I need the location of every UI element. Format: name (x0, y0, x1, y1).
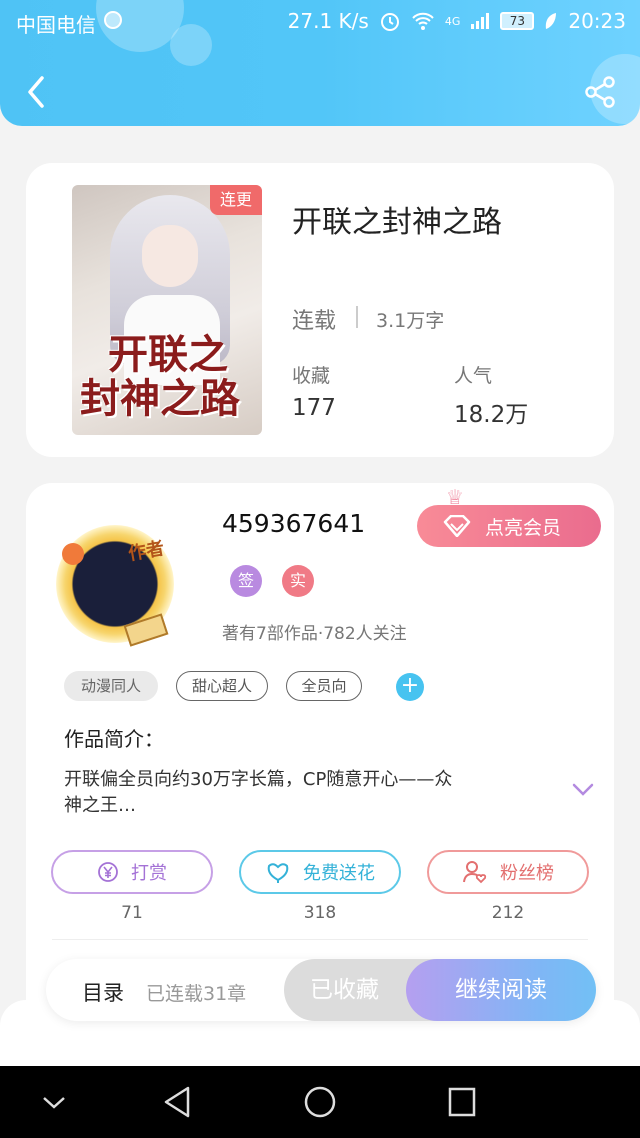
favorites-label: 收藏 (292, 365, 331, 387)
diamond-icon (443, 515, 471, 537)
book-status: 连载 (292, 309, 337, 334)
add-tag-button[interactable]: + (396, 673, 424, 701)
verified-badge: 实 (282, 565, 314, 597)
toc-status: 已连载31章 (146, 983, 247, 1005)
battery-icon: 73 (500, 12, 535, 30)
leaf-icon (546, 13, 557, 29)
user-heart-icon (463, 861, 487, 884)
update-badge: 连更 (210, 185, 262, 215)
vip-button[interactable]: 点亮会员 (417, 505, 601, 547)
network-type: 4G (444, 14, 461, 28)
signal-icon (471, 13, 490, 29)
tag-chip[interactable]: 甜心超人 (176, 671, 268, 701)
continue-reading-button[interactable]: 继续阅读 (406, 959, 596, 1021)
intro-text: 开联偏全员向约30万字长篇，CP随意开心——众神之王… (64, 769, 453, 816)
reward-label: 打赏 (131, 863, 167, 884)
toc-button[interactable]: 目录 (82, 977, 124, 1007)
author-avatar[interactable]: 作者 (48, 519, 182, 647)
chevron-down-icon[interactable] (34, 1084, 74, 1120)
status-dot-icon (104, 11, 122, 29)
status-bar: 中国电信 27.1 K/s 4G 73 20:23 (0, 0, 640, 44)
clock: 20:23 (568, 9, 626, 33)
back-button[interactable] (22, 74, 54, 110)
send-flower-button[interactable]: 免费送花 (239, 850, 401, 894)
reward-button[interactable]: 打赏 (51, 850, 213, 894)
recents-square-icon[interactable] (442, 1084, 482, 1120)
network-speed: 27.1 K/s (287, 9, 369, 33)
divider (52, 939, 588, 940)
header: 中国电信 27.1 K/s 4G 73 20:23 (0, 0, 640, 126)
book-title: 开联之封神之路 (292, 205, 502, 240)
favorites-value: 177 (292, 395, 336, 421)
book-cover[interactable]: 开联之 封神之路 连更 (72, 185, 262, 435)
home-circle-icon[interactable] (300, 1084, 340, 1120)
alarm-icon (380, 13, 399, 31)
back-triangle-icon[interactable] (158, 1084, 198, 1120)
author-meta: 著有7部作品·782人关注 (222, 624, 407, 644)
flower-label: 免费送花 (303, 863, 375, 884)
popularity-label: 人气 (454, 365, 493, 387)
flower-icon (267, 863, 289, 883)
fans-label: 粉丝榜 (500, 863, 554, 884)
yen-icon (98, 862, 118, 882)
reward-count: 71 (121, 903, 143, 923)
system-nav-bar (0, 1066, 640, 1138)
expand-chevron-down-icon[interactable] (572, 783, 594, 797)
carrier-name: 中国电信 (16, 13, 96, 37)
book-info-card: 开联之 封神之路 连更 开联之封神之路 连载 3.1万字 收藏 177 人气 1… (26, 163, 614, 457)
fans-ranking-button[interactable]: 粉丝榜 (427, 850, 589, 894)
reading-bar: 目录 已连载31章 已收藏 继续阅读 (46, 959, 596, 1021)
status-divider (356, 306, 358, 328)
wifi-icon (412, 12, 434, 30)
cover-art-face (142, 225, 198, 287)
cover-title-line2: 封神之路 (80, 375, 240, 422)
flower-count: 318 (303, 903, 337, 923)
signed-badge: 签 (230, 565, 262, 597)
cover-title-art: 开联之 封神之路 (80, 333, 258, 421)
share-button[interactable] (582, 74, 618, 110)
tag-chip[interactable]: 全员向 (286, 671, 362, 701)
popularity-value: 18.2万 (454, 402, 529, 428)
fans-count: 212 (491, 903, 525, 923)
author-name: 459367641 (222, 509, 366, 538)
tag-chip[interactable]: 动漫同人 (64, 671, 158, 701)
cover-title-line1: 开联之 (108, 331, 228, 378)
vip-button-label: 点亮会员 (485, 516, 562, 539)
word-count: 3.1万字 (376, 310, 445, 332)
intro-label: 作品简介： (64, 727, 164, 751)
avatar-sun (62, 543, 84, 565)
status-right: 27.1 K/s 4G 73 20:23 (288, 9, 626, 33)
